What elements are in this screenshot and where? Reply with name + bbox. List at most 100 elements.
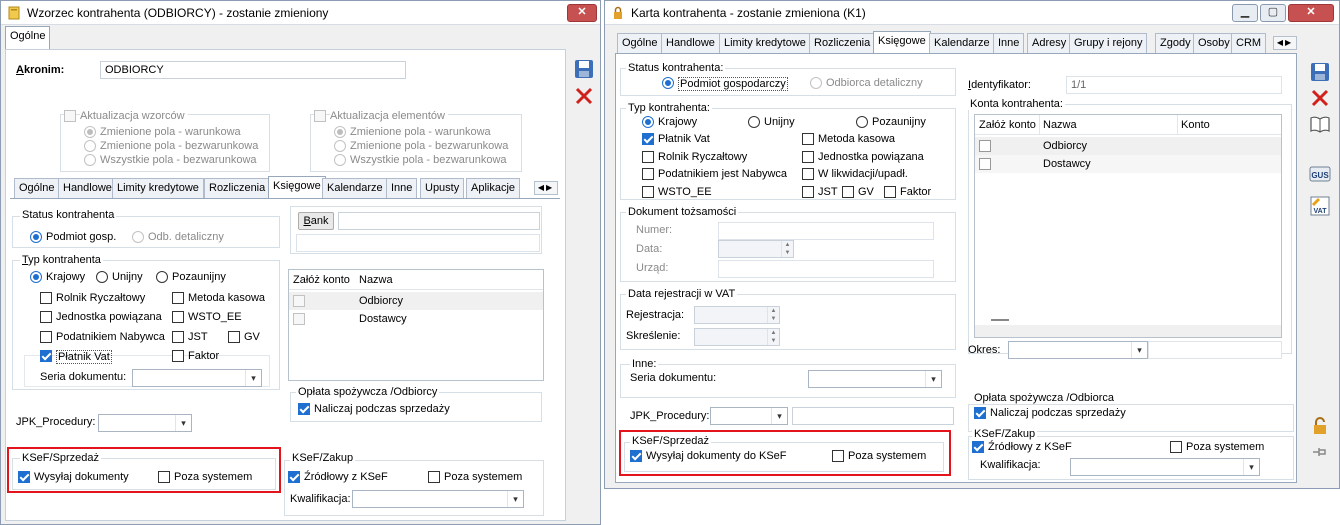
- tab-zgody[interactable]: Zgody: [1155, 33, 1196, 53]
- minimize-button[interactable]: ▁: [1232, 4, 1258, 22]
- close-window-button[interactable]: ✕: [1288, 4, 1334, 22]
- krajowy-radio[interactable]: [642, 116, 654, 128]
- rolnik-checkbox[interactable]: [40, 292, 52, 304]
- okres-combo[interactable]: ▾: [1008, 341, 1148, 359]
- akt-wzorcow-opt1-radio[interactable]: [84, 126, 96, 138]
- jpk-combo[interactable]: ▾: [710, 407, 788, 425]
- tab-limity[interactable]: Limity kredytowe: [112, 178, 204, 198]
- metoda-checkbox[interactable]: [802, 133, 814, 145]
- close-icon[interactable]: [1309, 87, 1331, 109]
- status-od-radio[interactable]: [810, 77, 822, 89]
- tab-handlowe[interactable]: Handlowe: [661, 33, 720, 53]
- tab-ogolne-top[interactable]: Ogólne: [5, 26, 51, 50]
- tab-adresy[interactable]: Adresy: [1027, 33, 1072, 53]
- tab-scroll-arrows[interactable]: ◀▶: [1273, 36, 1297, 50]
- tab-grupy[interactable]: Grupy i rejony: [1069, 33, 1148, 53]
- urzad-input[interactable]: [718, 260, 934, 278]
- tab-ksiegowe[interactable]: Księgowe: [268, 176, 326, 198]
- akt-elementow-opt2-radio[interactable]: [334, 140, 346, 152]
- bank-input[interactable]: [338, 212, 540, 230]
- kwalifikacja-combo[interactable]: ▾: [1070, 458, 1260, 476]
- platnik-checkbox[interactable]: [40, 350, 52, 362]
- save-icon[interactable]: [573, 58, 595, 80]
- vat-icon[interactable]: VAT: [1309, 195, 1331, 217]
- wsto-checkbox[interactable]: [642, 186, 654, 198]
- okres-input[interactable]: [1148, 341, 1282, 359]
- bank-button[interactable]: Bank: [298, 212, 334, 230]
- akronim-input[interactable]: ODBIORCY: [100, 61, 406, 79]
- naliczaj-checkbox[interactable]: [298, 403, 310, 415]
- jednostka-checkbox[interactable]: [40, 311, 52, 323]
- zakup-poza-checkbox[interactable]: [1170, 441, 1182, 453]
- gv-checkbox[interactable]: [842, 186, 854, 198]
- status-pg-radio[interactable]: [30, 231, 42, 243]
- krajowy-radio[interactable]: [30, 271, 42, 283]
- akt-elementow-opt1-radio[interactable]: [334, 126, 346, 138]
- likwidacji-checkbox[interactable]: [802, 168, 814, 180]
- tab-rozliczenia[interactable]: Rozliczenia: [809, 33, 876, 53]
- faktor-checkbox[interactable]: [884, 186, 896, 198]
- zakup-poza-checkbox[interactable]: [428, 471, 440, 483]
- tab-kalendarze[interactable]: Kalendarze: [929, 33, 995, 53]
- tab-limity[interactable]: Limity kredytowe: [719, 33, 811, 53]
- tab-osoby[interactable]: Osoby: [1193, 33, 1235, 53]
- skreslenie-spinner[interactable]: ▲ ▼: [694, 328, 780, 346]
- row2-zaloz-checkbox[interactable]: [293, 313, 305, 325]
- podatnikiem-checkbox[interactable]: [642, 168, 654, 180]
- tab-scroll-arrows[interactable]: ◀▶: [534, 181, 558, 195]
- rejestracja-spinner[interactable]: ▲ ▼: [694, 306, 780, 324]
- maximize-button[interactable]: ▢: [1260, 4, 1286, 22]
- akt-elementow-opt3-radio[interactable]: [334, 154, 346, 166]
- tab-ogolne[interactable]: Ogólne: [617, 33, 663, 53]
- akt-wzorcow-opt2-radio[interactable]: [84, 140, 96, 152]
- data-spinner[interactable]: ▲ ▼: [718, 240, 794, 258]
- zrodlowy-checkbox[interactable]: [972, 441, 984, 453]
- tab-crm[interactable]: CRM: [1231, 33, 1267, 53]
- jednostka-checkbox[interactable]: [802, 151, 814, 163]
- metoda-checkbox[interactable]: [172, 292, 184, 304]
- gus-icon[interactable]: GUS: [1309, 163, 1331, 185]
- row1-zaloz-checkbox[interactable]: [293, 295, 305, 307]
- table-row[interactable]: [975, 155, 1281, 173]
- jpk-combo[interactable]: ▾: [98, 414, 192, 432]
- pozaunijny-radio[interactable]: [156, 271, 168, 283]
- jpk-input[interactable]: [792, 407, 954, 425]
- close-window-button[interactable]: ✕: [567, 4, 597, 22]
- akt-elementow-checkbox[interactable]: [314, 110, 326, 122]
- row2-zaloz-checkbox[interactable]: [979, 158, 991, 170]
- unijny-radio[interactable]: [748, 116, 760, 128]
- tab-handlowe[interactable]: Handlowe: [58, 178, 117, 198]
- rolnik-checkbox[interactable]: [642, 151, 654, 163]
- gv-checkbox[interactable]: [228, 331, 240, 343]
- status-pg-radio[interactable]: [662, 77, 674, 89]
- book-icon[interactable]: [1309, 113, 1331, 135]
- zrodlowy-checkbox[interactable]: [288, 471, 300, 483]
- tab-upusty[interactable]: Upusty: [420, 178, 465, 198]
- pozaunijny-radio[interactable]: [856, 116, 868, 128]
- seria-combo[interactable]: ▾: [132, 369, 262, 387]
- tab-aplikacje[interactable]: Aplikacje: [466, 178, 521, 198]
- close-icon[interactable]: [573, 85, 595, 107]
- kwalifikacja-combo[interactable]: ▾: [352, 490, 524, 508]
- numer-input[interactable]: [718, 222, 934, 240]
- row1-zaloz-checkbox[interactable]: [979, 140, 991, 152]
- tab-kalendarze[interactable]: Kalendarze: [322, 178, 388, 198]
- tab-inne[interactable]: Inne: [386, 178, 418, 198]
- pin-icon[interactable]: [1309, 441, 1331, 463]
- tab-ksiegowe[interactable]: Księgowe: [873, 31, 931, 53]
- jst-checkbox[interactable]: [802, 186, 814, 198]
- seria-combo[interactable]: ▾: [808, 370, 942, 388]
- table-row[interactable]: [975, 137, 1281, 155]
- table-row[interactable]: [289, 292, 543, 310]
- bank-account-input[interactable]: [296, 234, 540, 252]
- status-od-radio[interactable]: [132, 231, 144, 243]
- platnik-checkbox[interactable]: [642, 133, 654, 145]
- tab-inne[interactable]: Inne: [993, 33, 1025, 53]
- akt-wzorcow-opt3-radio[interactable]: [84, 154, 96, 166]
- save-icon[interactable]: [1309, 61, 1331, 83]
- identyfikator-input[interactable]: 1/1: [1066, 76, 1282, 94]
- faktor-checkbox[interactable]: [172, 350, 184, 362]
- akt-wzorcow-checkbox[interactable]: [64, 110, 76, 122]
- naliczaj-checkbox[interactable]: [974, 407, 986, 419]
- tab-rozliczenia[interactable]: Rozliczenia: [204, 178, 271, 198]
